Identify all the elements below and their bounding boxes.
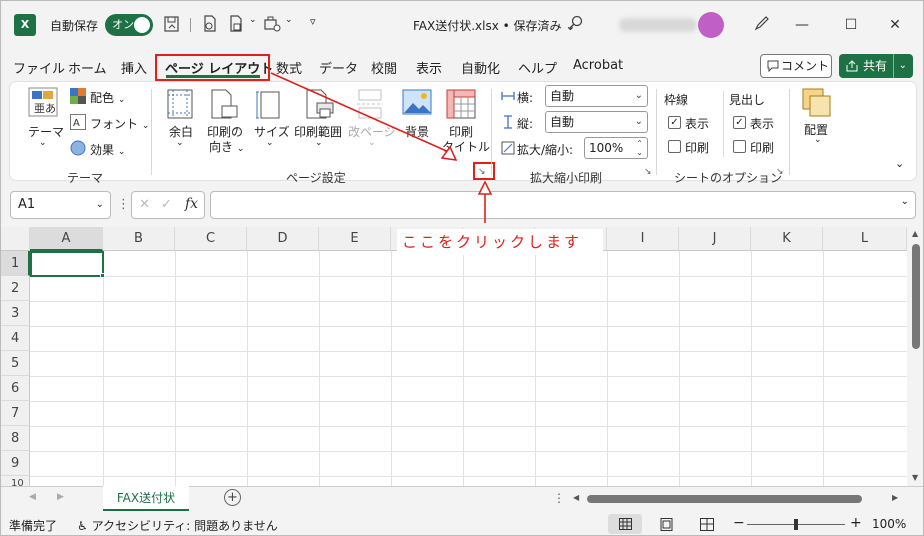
normal-view-icon [619, 518, 632, 530]
add-sheet-icon[interactable]: + [224, 489, 241, 506]
scroll-right-icon[interactable]: ▶ [892, 493, 898, 502]
accessibility-icon: ♿ [77, 519, 88, 533]
normal-view-button[interactable] [608, 514, 642, 534]
zoom-slider-thumb[interactable] [794, 519, 798, 530]
next-sheet-icon[interactable]: ▶ [57, 492, 64, 502]
page-layout-view-icon[interactable] [660, 518, 673, 531]
excel-window: X 自動保存 オン ⌄ ⌄ ▿ FAX送付状.xlsx • 保存済み ⌄ — ☐… [0, 0, 924, 536]
more-options-icon[interactable]: ⋮ [553, 491, 565, 505]
scroll-left-icon[interactable]: ◀ [573, 493, 579, 502]
accessibility-status[interactable]: ♿ アクセシビリティ: 問題ありません [77, 517, 278, 534]
page-break-view-icon[interactable] [700, 518, 714, 531]
status-bar: 準備完了 ♿ アクセシビリティ: 問題ありません − + 100% [1, 513, 923, 535]
callout-arrows [270, 72, 493, 223]
zoom-level[interactable]: 100% [872, 517, 906, 531]
accessibility-text: アクセシビリティ: 問題ありません [91, 519, 278, 533]
status-ready: 準備完了 [9, 519, 58, 533]
horizontal-scroll-thumb[interactable] [587, 495, 862, 503]
sheet-tab-fax[interactable]: FAX送付状 [103, 486, 189, 511]
prev-sheet-icon[interactable]: ◀ [29, 492, 36, 502]
zoom-in-icon[interactable]: + [850, 515, 862, 531]
zoom-out-icon[interactable]: − [733, 515, 745, 531]
